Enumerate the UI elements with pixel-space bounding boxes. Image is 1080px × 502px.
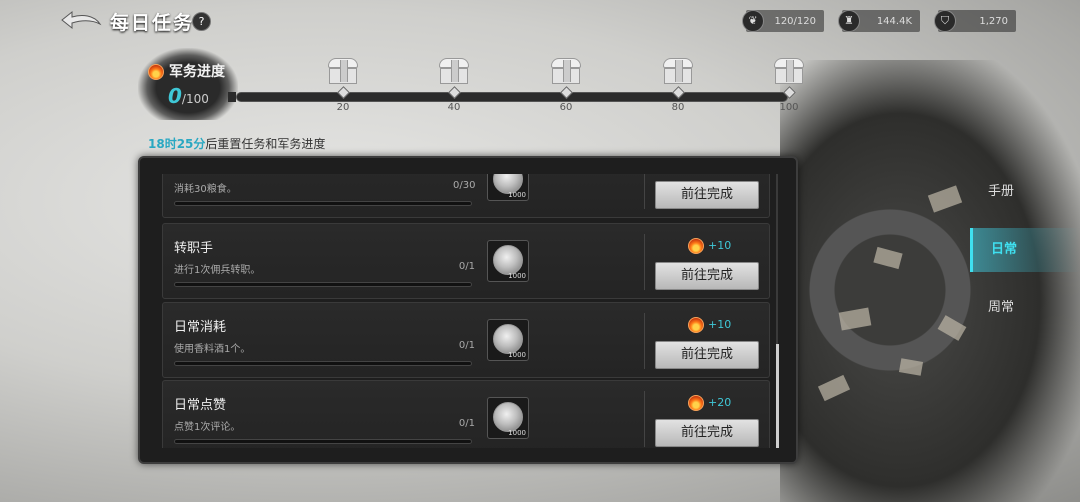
coin-icon xyxy=(493,245,523,275)
task-row: 日常点赞 点赞1次评论。 0/1 1000 +20 前往完成 xyxy=(162,380,770,448)
page-title: 每日任务 xyxy=(110,12,195,34)
milestone-chest-20[interactable]: 20 xyxy=(323,58,363,113)
task-description: 进行1次佣兵转职。 xyxy=(174,265,261,276)
task-count: 0/1 xyxy=(458,340,475,351)
flame-icon xyxy=(148,64,164,80)
task-progress-bar xyxy=(174,361,472,366)
task-reward-points: +20 xyxy=(688,395,731,411)
chest-icon xyxy=(774,58,804,84)
resource-honor[interactable]: ⛉ 1,270 xyxy=(934,10,1016,32)
tower-icon: ♜ xyxy=(838,10,860,32)
reward-coin-item[interactable]: 1000 xyxy=(487,240,529,282)
task-count: 0/1 xyxy=(458,261,475,272)
coin-icon xyxy=(493,402,523,432)
military-progress-value: 0/100 xyxy=(168,84,209,108)
task-name: 转职手 xyxy=(174,241,214,256)
go-complete-button[interactable]: 前往完成 xyxy=(655,181,759,209)
reward-coin-item[interactable]: 1000 xyxy=(487,397,529,439)
task-progress-bar xyxy=(174,282,472,287)
go-complete-button[interactable]: 前往完成 xyxy=(655,419,759,447)
reward-coin-item[interactable]: 1000 xyxy=(487,174,529,201)
reward-coin-item[interactable]: 1000 xyxy=(487,319,529,361)
chest-icon xyxy=(551,58,581,84)
flame-icon xyxy=(688,317,704,333)
milestone-chest-40[interactable]: 40 xyxy=(434,58,474,113)
tab-daily[interactable]: 日常 xyxy=(970,228,1080,272)
tab-weekly[interactable]: 周常 xyxy=(970,286,1080,330)
task-name: 日常点赞 xyxy=(174,398,227,413)
task-description: 消耗30粮食。 xyxy=(174,184,237,195)
wheat-icon: ❦ xyxy=(742,10,764,32)
tab-manual[interactable]: 手册 xyxy=(970,170,1080,214)
help-icon[interactable]: ? xyxy=(192,12,211,31)
resource-food[interactable]: ❦ 120/120 xyxy=(742,10,824,32)
task-count: 0/30 xyxy=(453,180,476,191)
chest-icon xyxy=(328,58,358,84)
task-list[interactable]: 消耗30粮食。 0/30 1000 前往完成 转职手 进行1次佣兵转职。 0/1… xyxy=(162,174,770,448)
task-description: 使用香料酒1个。 xyxy=(174,344,251,355)
resource-power-value: 144.4K xyxy=(876,15,912,27)
task-row: 转职手 进行1次佣兵转职。 0/1 1000 +10 前往完成 xyxy=(162,223,770,299)
back-arrow-icon[interactable] xyxy=(58,6,104,36)
milestone-chest-60[interactable]: 60 xyxy=(546,58,586,113)
flame-icon xyxy=(688,395,704,411)
resource-food-value: 120/120 xyxy=(774,15,816,27)
task-count: 0/1 xyxy=(458,418,475,429)
task-row: 日常消耗 使用香料酒1个。 0/1 1000 +10 前往完成 xyxy=(162,302,770,378)
task-progress-bar xyxy=(174,201,472,206)
task-row: 消耗30粮食。 0/30 1000 前往完成 xyxy=(162,174,770,218)
task-panel: 消耗30粮食。 0/30 1000 前往完成 转职手 进行1次佣兵转职。 0/1… xyxy=(138,156,798,464)
scrollbar-thumb[interactable] xyxy=(776,344,779,448)
task-progress-bar xyxy=(174,439,472,444)
task-name: 日常消耗 xyxy=(174,320,227,335)
shield-icon: ⛉ xyxy=(934,10,956,32)
military-progress-bar xyxy=(236,92,788,102)
military-progress-label: 军务进度 xyxy=(148,61,225,81)
task-reward-points: +10 xyxy=(688,238,731,254)
chest-icon xyxy=(439,58,469,84)
coin-icon xyxy=(493,324,523,354)
milestone-chest-80[interactable]: 80 xyxy=(658,58,698,113)
go-complete-button[interactable]: 前往完成 xyxy=(655,341,759,369)
resource-power[interactable]: ♜ 144.4K xyxy=(838,10,920,32)
reset-countdown: 18时25分后重置任务和军务进度 xyxy=(148,137,326,151)
task-description: 点赞1次评论。 xyxy=(174,422,241,433)
background-map-scene xyxy=(780,60,1080,502)
milestone-chest-100[interactable]: 100 xyxy=(769,58,809,113)
resource-honor-value: 1,270 xyxy=(979,15,1008,27)
chest-icon xyxy=(663,58,693,84)
task-reward-points: +10 xyxy=(688,317,731,333)
flame-icon xyxy=(688,238,704,254)
go-complete-button[interactable]: 前往完成 xyxy=(655,262,759,290)
